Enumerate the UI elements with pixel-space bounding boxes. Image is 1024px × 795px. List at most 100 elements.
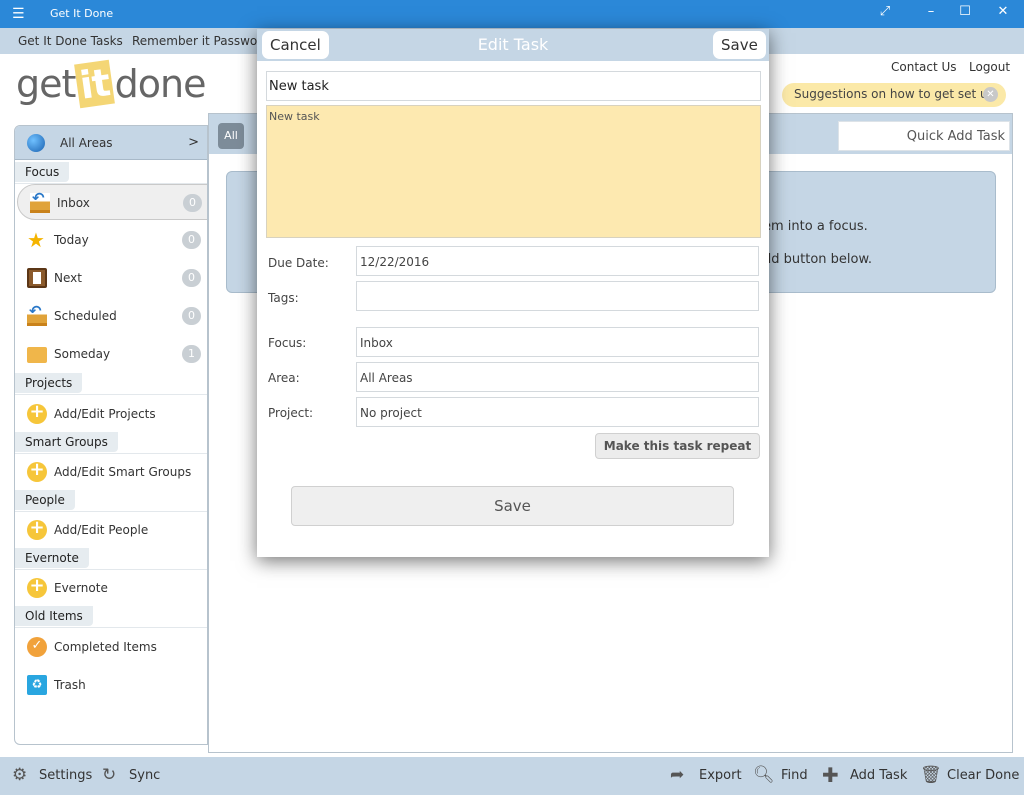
find-button[interactable]: Find [781, 768, 808, 783]
logout-link[interactable]: Logout [969, 60, 1010, 74]
section-smart-groups-label: Smart Groups [15, 432, 118, 452]
gear-icon[interactable]: ⚙ [12, 765, 27, 785]
star-icon: ★ [27, 228, 45, 252]
count-badge: 0 [182, 307, 201, 325]
book-icon [27, 268, 47, 288]
dialog-header: Edit Task Cancel Save [257, 29, 769, 61]
menu-get-it-done-tasks[interactable]: Get It Done Tasks [18, 34, 123, 48]
add-edit-smart-groups-label: Add/Edit Smart Groups [54, 465, 192, 479]
sidebar-item-today[interactable]: ★ Today 0 [15, 222, 207, 258]
folder-icon [27, 347, 47, 363]
evernote-label: Evernote [54, 581, 108, 595]
logo-done: done [114, 62, 207, 106]
maximize-button[interactable]: ☐ [950, 4, 980, 19]
plus-icon[interactable]: ✚ [822, 763, 839, 787]
all-filter-button[interactable]: All [218, 123, 244, 149]
sidebar-item-evernote[interactable]: Evernote [15, 570, 207, 606]
logo-it: it [74, 59, 116, 109]
save-button[interactable]: Save [291, 486, 734, 526]
all-areas-selector[interactable]: All Areas > [15, 126, 207, 160]
bottom-toolbar: ⚙ Settings ↻ Sync ➦ Export 🔍︎ Find ✚ Add… [0, 757, 1024, 795]
cancel-button[interactable]: Cancel [262, 31, 329, 59]
info-line-2: dd button below. [763, 252, 873, 267]
due-date-field[interactable]: 12/22/2016 [356, 246, 759, 276]
plus-circle-icon [27, 459, 47, 482]
settings-button[interactable]: Settings [39, 768, 92, 783]
trash-label: Trash [54, 678, 86, 692]
export-button[interactable]: Export [699, 768, 742, 783]
area-field[interactable]: All Areas [356, 362, 759, 392]
task-notes-textarea[interactable]: New task [266, 105, 761, 238]
add-edit-smart-groups-button[interactable]: Add/Edit Smart Groups [15, 454, 207, 490]
section-evernote: Evernote [15, 548, 207, 570]
fullscreen-icon[interactable]: ⤢ [870, 4, 900, 19]
clear-done-icon[interactable]: 🗑︎ [920, 765, 942, 785]
suggestion-text: Suggestions on how to get set up [794, 87, 996, 101]
quick-add-task-input[interactable]: Quick Add Task [838, 121, 1010, 151]
section-people-label: People [15, 490, 75, 510]
export-icon[interactable]: ➦ [670, 765, 684, 785]
count-badge: 0 [182, 231, 201, 249]
count-badge: 0 [182, 269, 201, 287]
sidebar-item-label: Someday [54, 347, 111, 361]
sidebar-item-completed[interactable]: Completed Items [15, 629, 207, 665]
section-projects-label: Projects [15, 373, 83, 393]
section-projects: Projects [15, 373, 207, 395]
section-evernote-label: Evernote [15, 548, 89, 568]
scheduled-icon [27, 302, 47, 326]
plus-circle-icon [27, 401, 47, 424]
sidebar-item-label: Scheduled [54, 309, 117, 323]
tags-field[interactable] [356, 281, 759, 311]
count-badge: 0 [183, 194, 202, 212]
clear-done-button[interactable]: Clear Done [947, 768, 1019, 783]
add-task-button[interactable]: Add Task [850, 768, 907, 783]
plus-circle-icon [27, 575, 47, 598]
project-label: Project: [268, 406, 314, 420]
checkmark-icon [27, 637, 47, 657]
app-logo: getitdone [16, 59, 207, 112]
make-task-repeat-button[interactable]: Make this task repeat [595, 433, 760, 459]
suggestion-banner[interactable]: Suggestions on how to get set up ✕ [782, 83, 1006, 107]
sidebar-item-inbox[interactable]: Inbox 0 [17, 184, 207, 220]
sidebar-item-label: Today [54, 233, 89, 247]
globe-icon [27, 134, 45, 152]
sidebar-item-scheduled[interactable]: Scheduled 0 [15, 298, 207, 334]
hamburger-menu-icon[interactable]: ☰ [12, 6, 25, 22]
add-edit-people-button[interactable]: Add/Edit People [15, 512, 207, 548]
project-field[interactable]: No project [356, 397, 759, 427]
add-edit-people-label: Add/Edit People [54, 523, 149, 537]
section-smart-groups: Smart Groups [15, 432, 207, 454]
window-title: Get It Done [50, 7, 114, 20]
sidebar-item-next[interactable]: Next 0 [15, 260, 207, 296]
minimize-button[interactable]: – [916, 4, 946, 19]
edit-task-dialog: Edit Task Cancel Save New task New task … [257, 29, 769, 557]
sync-icon[interactable]: ↻ [102, 765, 116, 785]
section-people: People [15, 490, 207, 512]
dialog-title: Edit Task [477, 35, 549, 54]
sidebar-item-label: Next [54, 271, 82, 285]
title-bar: ☰ Get It Done ⤢ – ☐ ✕ [0, 0, 1024, 28]
area-label: Area: [268, 371, 300, 385]
close-button[interactable]: ✕ [988, 4, 1018, 19]
add-edit-projects-label: Add/Edit Projects [54, 407, 156, 421]
add-edit-projects-button[interactable]: Add/Edit Projects [15, 396, 207, 432]
all-areas-label: All Areas [60, 136, 113, 150]
contact-us-link[interactable]: Contact Us [891, 60, 957, 74]
trash-icon [27, 675, 47, 695]
search-icon[interactable]: 🔍︎ [753, 765, 775, 785]
sidebar-item-trash[interactable]: Trash [15, 667, 207, 703]
task-name-input[interactable]: New task [266, 71, 761, 101]
sidebar: All Areas > Focus Inbox 0 ★ Today 0 Next… [14, 125, 208, 745]
menu-remember-it-passwords[interactable]: Remember it Passwords [132, 34, 276, 48]
chevron-right-icon: > [188, 135, 199, 150]
save-top-button[interactable]: Save [713, 31, 766, 59]
plus-circle-icon [27, 517, 47, 540]
section-focus-label: Focus [15, 162, 70, 182]
due-date-label: Due Date: [268, 256, 329, 270]
section-focus: Focus [15, 162, 207, 184]
sidebar-item-someday[interactable]: Someday 1 [15, 336, 207, 372]
tags-label: Tags: [268, 291, 299, 305]
dismiss-suggestion-icon[interactable]: ✕ [983, 87, 998, 102]
focus-field[interactable]: Inbox [356, 327, 759, 357]
sync-button[interactable]: Sync [129, 768, 160, 783]
